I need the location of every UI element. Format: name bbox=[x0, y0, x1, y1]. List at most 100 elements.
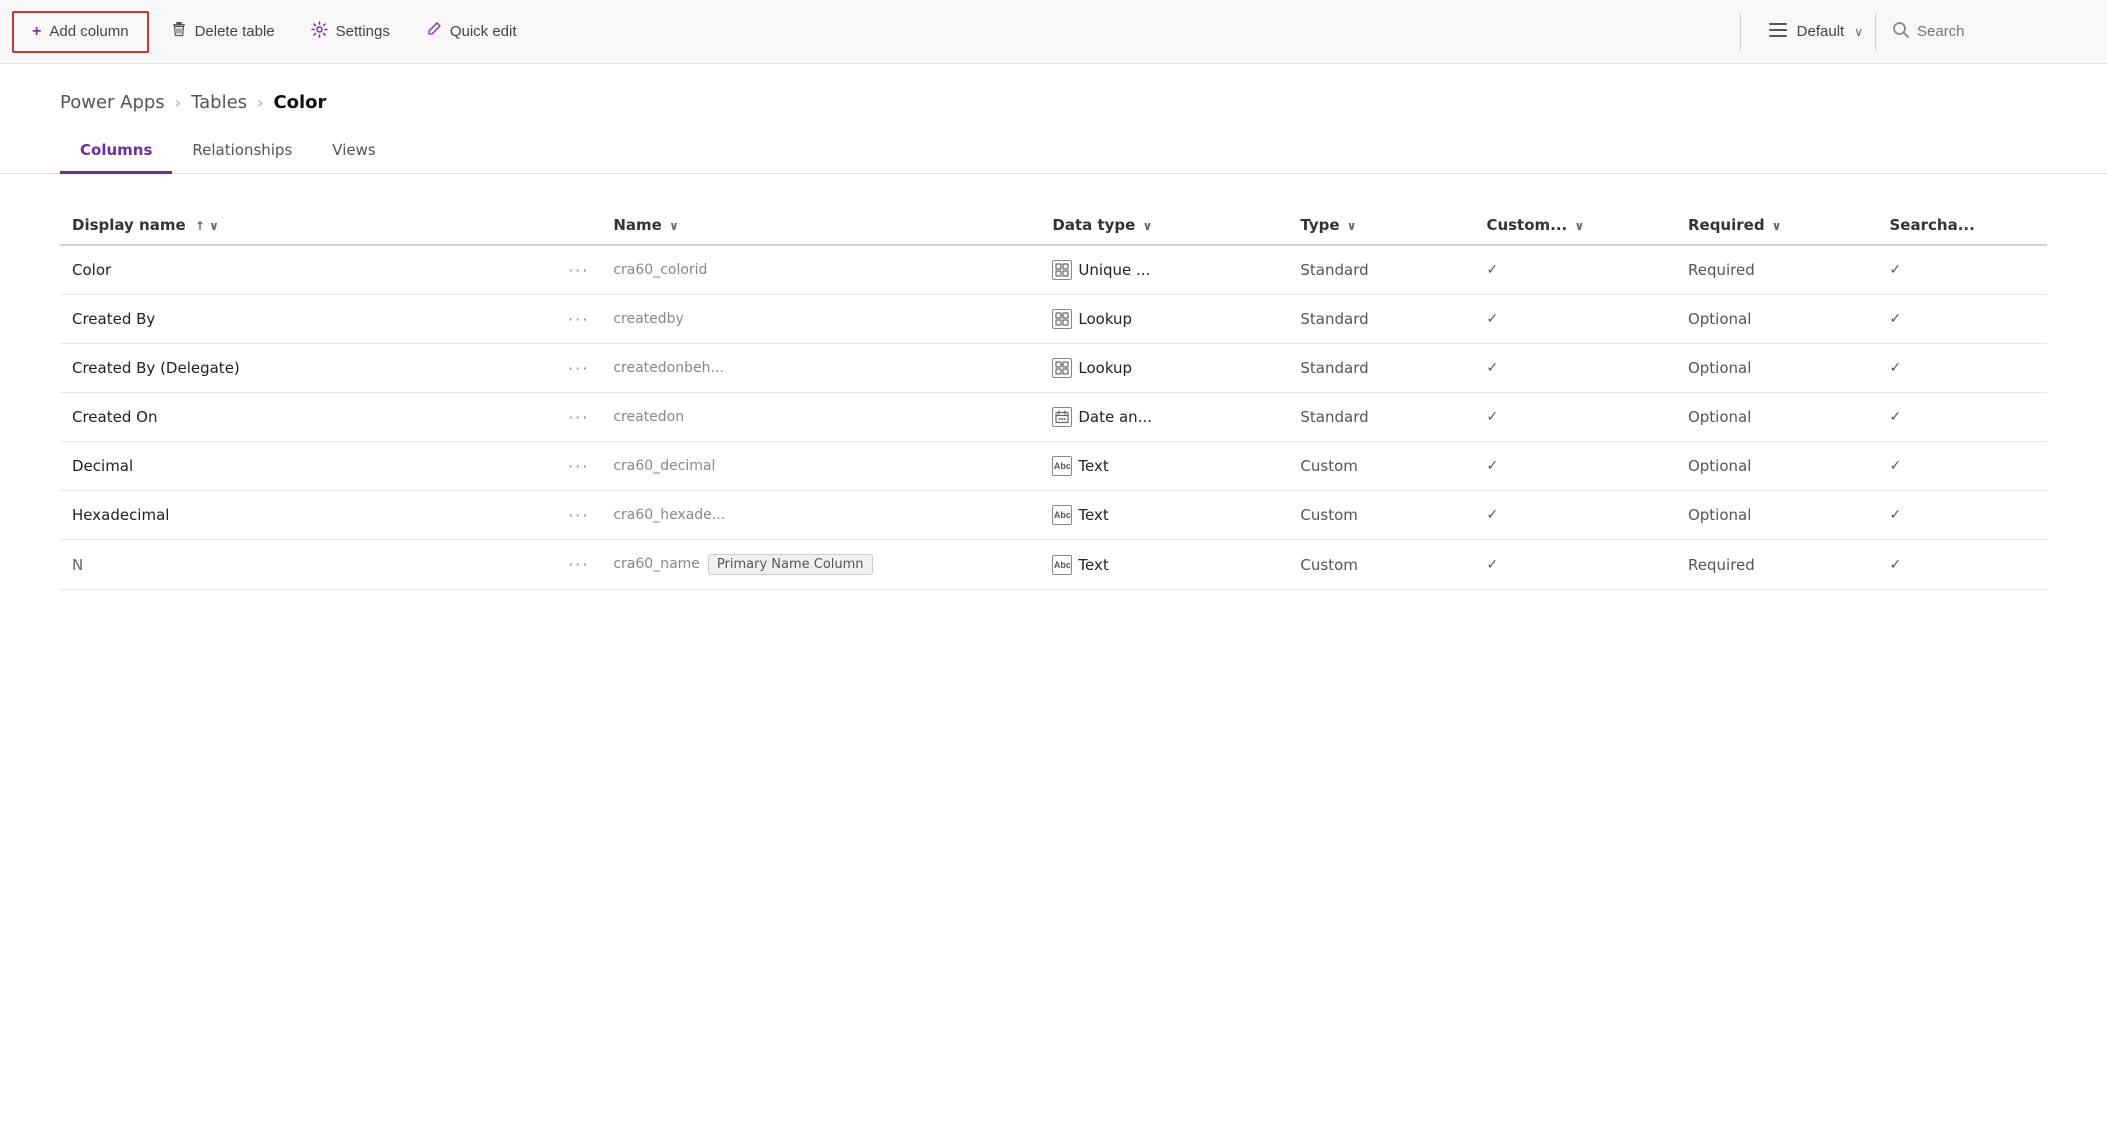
sort-display-name-icon: ↑ ∨ bbox=[195, 219, 219, 233]
table-header-row: Display name ↑ ∨ Name ∨ Data type ∨ Type… bbox=[60, 206, 2047, 245]
quick-edit-label: Quick edit bbox=[450, 23, 517, 40]
cell-data-type: AbcText bbox=[1040, 540, 1288, 590]
cell-display-name: Color bbox=[60, 245, 556, 295]
cell-data-type: AbcText bbox=[1040, 442, 1288, 491]
settings-label: Settings bbox=[336, 23, 390, 40]
cell-searchable-check: ✓ bbox=[1878, 491, 2048, 540]
cell-row-options[interactable]: ··· bbox=[556, 393, 601, 442]
display-name-text: Created By (Delegate) bbox=[72, 359, 240, 377]
header-custom[interactable]: Custom... ∨ bbox=[1474, 206, 1676, 245]
cell-row-options[interactable]: ··· bbox=[556, 295, 601, 344]
search-icon bbox=[1892, 21, 1909, 43]
table-row: Hexadecimal···cra60_hexade...AbcTextCust… bbox=[60, 491, 2047, 540]
cell-custom-check: ✓ bbox=[1474, 344, 1676, 393]
display-name-text: Created By bbox=[72, 310, 155, 328]
cell-type: Standard bbox=[1288, 295, 1474, 344]
cell-type: Custom bbox=[1288, 442, 1474, 491]
tab-columns[interactable]: Columns bbox=[60, 129, 172, 174]
cell-custom-check: ✓ bbox=[1474, 540, 1676, 590]
table-row: Created By···createdby LookupStandard✓Op… bbox=[60, 295, 2047, 344]
sort-data-type-icon: ∨ bbox=[1143, 219, 1153, 233]
cell-name: cra60_namePrimary Name Column bbox=[601, 540, 1040, 590]
cell-data-type: Lookup bbox=[1040, 295, 1288, 344]
display-name-text: Decimal bbox=[72, 457, 133, 475]
cell-display-name: Created On bbox=[60, 393, 556, 442]
cell-display-name: N bbox=[60, 540, 556, 590]
table-row: Created On···createdon Date an...Standar… bbox=[60, 393, 2047, 442]
delete-table-button[interactable]: Delete table bbox=[153, 11, 293, 52]
table-body: Color···cra60_colorid Unique ...Standard… bbox=[60, 245, 2047, 590]
cell-row-options[interactable]: ··· bbox=[556, 344, 601, 393]
cell-required: Optional bbox=[1676, 442, 1878, 491]
header-dots bbox=[556, 206, 601, 245]
cell-searchable-check: ✓ bbox=[1878, 245, 2048, 295]
plus-icon: + bbox=[32, 23, 41, 41]
breadcrumb-current: Color bbox=[273, 92, 326, 113]
breadcrumb-sep-2: › bbox=[257, 93, 263, 112]
header-type[interactable]: Type ∨ bbox=[1288, 206, 1474, 245]
display-name-text: Created On bbox=[72, 408, 157, 426]
display-name-text: N bbox=[72, 556, 83, 574]
cell-required: Required bbox=[1676, 245, 1878, 295]
cell-custom-check: ✓ bbox=[1474, 245, 1676, 295]
toolbar-right: Default ∨ bbox=[1740, 13, 2095, 51]
pencil-icon bbox=[426, 21, 442, 42]
cell-custom-check: ✓ bbox=[1474, 442, 1676, 491]
cell-name: cra60_hexade... bbox=[601, 491, 1040, 540]
gear-icon bbox=[311, 21, 328, 43]
table-row: N ···cra60_namePrimary Name ColumnAbcText… bbox=[60, 540, 2047, 590]
header-data-type[interactable]: Data type ∨ bbox=[1040, 206, 1288, 245]
default-view-button[interactable]: Default ∨ bbox=[1757, 15, 1875, 49]
header-required[interactable]: Required ∨ bbox=[1676, 206, 1878, 245]
header-display-name[interactable]: Display name ↑ ∨ bbox=[60, 206, 556, 245]
display-name-text: Color bbox=[72, 261, 111, 279]
cell-custom-check: ✓ bbox=[1474, 393, 1676, 442]
toolbar: + Add column Delete table Settings bbox=[0, 0, 2107, 64]
cell-row-options[interactable]: ··· bbox=[556, 540, 601, 590]
primary-name-badge: Primary Name Column bbox=[708, 554, 873, 575]
cell-required: Optional bbox=[1676, 344, 1878, 393]
breadcrumb-power-apps[interactable]: Power Apps bbox=[60, 92, 165, 113]
breadcrumb-sep-1: › bbox=[175, 93, 181, 112]
header-name[interactable]: Name ∨ bbox=[601, 206, 1040, 245]
trash-icon bbox=[171, 21, 187, 42]
cell-data-type: Lookup bbox=[1040, 344, 1288, 393]
cell-custom-check: ✓ bbox=[1474, 295, 1676, 344]
display-name-text: Hexadecimal bbox=[72, 506, 169, 524]
cell-searchable-check: ✓ bbox=[1878, 344, 2048, 393]
cell-row-options[interactable]: ··· bbox=[556, 245, 601, 295]
cell-required: Optional bbox=[1676, 295, 1878, 344]
tab-views[interactable]: Views bbox=[312, 129, 395, 174]
breadcrumb: Power Apps › Tables › Color bbox=[0, 64, 2107, 129]
settings-button[interactable]: Settings bbox=[293, 11, 408, 53]
cell-type: Custom bbox=[1288, 540, 1474, 590]
cell-row-options[interactable]: ··· bbox=[556, 491, 601, 540]
add-column-button[interactable]: + Add column bbox=[12, 11, 149, 53]
cell-searchable-check: ✓ bbox=[1878, 442, 2048, 491]
delete-table-label: Delete table bbox=[195, 23, 275, 40]
sort-name-icon: ∨ bbox=[669, 219, 679, 233]
cell-row-options[interactable]: ··· bbox=[556, 442, 601, 491]
quick-edit-button[interactable]: Quick edit bbox=[408, 11, 535, 52]
header-searchable[interactable]: Searcha... bbox=[1878, 206, 2048, 245]
sort-required-icon: ∨ bbox=[1772, 219, 1782, 233]
cell-name: createdby bbox=[601, 295, 1040, 344]
hamburger-icon bbox=[1769, 23, 1787, 41]
table-row: Decimal···cra60_decimalAbcTextCustom✓Opt… bbox=[60, 442, 2047, 491]
cell-searchable-check: ✓ bbox=[1878, 540, 2048, 590]
cell-display-name: Hexadecimal bbox=[60, 491, 556, 540]
cell-custom-check: ✓ bbox=[1474, 491, 1676, 540]
cell-searchable-check: ✓ bbox=[1878, 393, 2048, 442]
columns-table: Display name ↑ ∨ Name ∨ Data type ∨ Type… bbox=[60, 206, 2047, 590]
search-input[interactable] bbox=[1917, 23, 2037, 40]
cell-data-type: Unique ... bbox=[1040, 245, 1288, 295]
cell-name: cra60_colorid bbox=[601, 245, 1040, 295]
tab-relationships[interactable]: Relationships bbox=[172, 129, 312, 174]
add-column-label: Add column bbox=[49, 23, 128, 40]
cell-name: createdon bbox=[601, 393, 1040, 442]
cell-type: Standard bbox=[1288, 393, 1474, 442]
breadcrumb-tables[interactable]: Tables bbox=[191, 92, 247, 113]
cell-searchable-check: ✓ bbox=[1878, 295, 2048, 344]
sort-type-icon: ∨ bbox=[1347, 219, 1357, 233]
cell-required: Optional bbox=[1676, 393, 1878, 442]
